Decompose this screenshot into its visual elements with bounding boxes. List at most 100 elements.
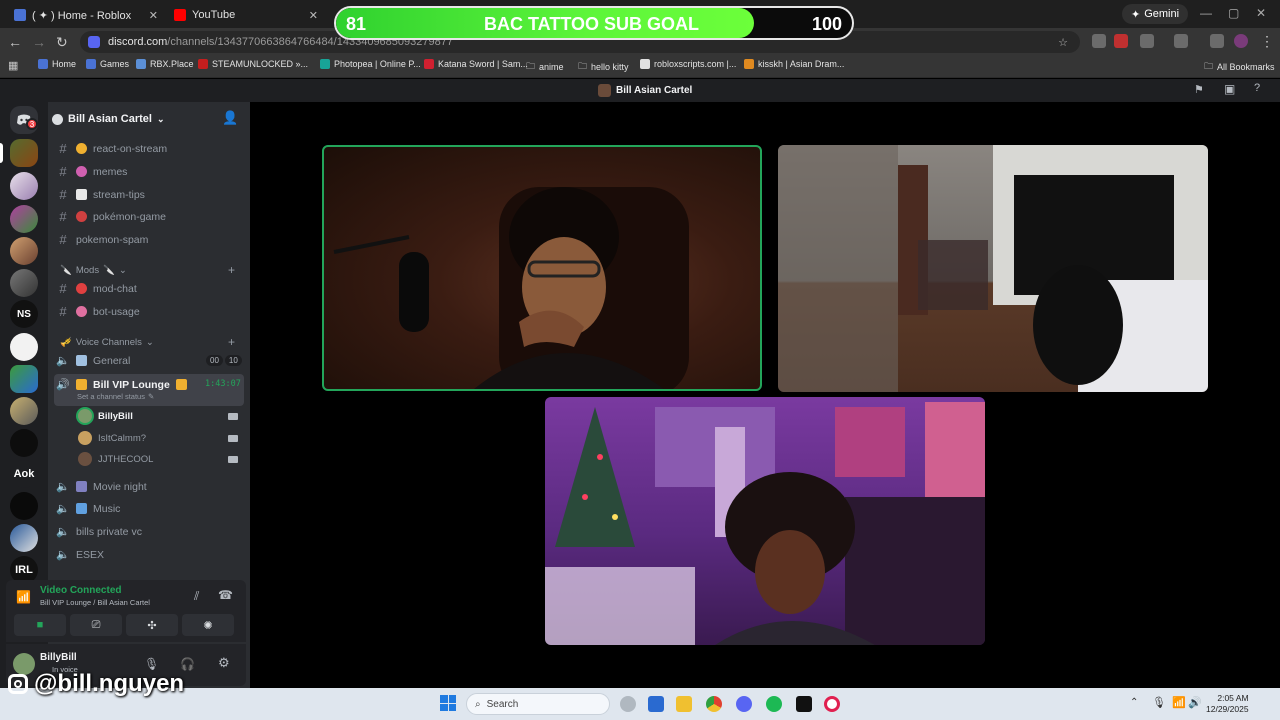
watermark-handle: @bill.nguyen — [34, 670, 185, 697]
apps-grid-icon[interactable]: ▦ — [8, 59, 18, 72]
video-tile-billybill[interactable] — [322, 145, 762, 391]
server-header[interactable]: Bill Asian Cartel ⌄ — [52, 108, 246, 130]
video-tile-jjthecool[interactable] — [545, 397, 985, 645]
bookmark-item[interactable]: RBX.Place — [136, 59, 194, 69]
inbox-icon[interactable]: ▣ — [1224, 82, 1235, 96]
discord-taskbar-icon[interactable] — [736, 696, 752, 712]
channel-bot-usage[interactable]: # bot-usage — [56, 302, 242, 321]
close-tab-icon[interactable]: ✕ — [149, 9, 158, 22]
help-icon[interactable]: ? — [1254, 82, 1260, 94]
settings-gear-icon[interactable]: ⚙ — [218, 655, 230, 671]
extension-icon[interactable] — [1092, 34, 1106, 48]
voice-user-billybill[interactable]: BillyBill — [78, 409, 133, 423]
server-icon[interactable] — [10, 397, 38, 425]
invite-people-icon[interactable]: 👤 — [222, 110, 238, 126]
minimize-icon[interactable]: — — [1200, 6, 1212, 20]
file-explorer-icon[interactable] — [676, 696, 692, 712]
headphones-icon[interactable]: 🎧 — [180, 657, 195, 671]
add-channel-icon[interactable]: + — [228, 263, 235, 277]
voice-channel-movie-night[interactable]: 🔈 Movie night — [56, 477, 242, 496]
voice-channel-esex[interactable]: 🔈 ESEX — [56, 545, 242, 564]
server-icon-aok[interactable]: Aok — [10, 460, 38, 488]
site-info-icon[interactable] — [88, 36, 100, 48]
screen-share-button[interactable]: ⎚ — [70, 614, 122, 636]
more-menu-icon[interactable]: ⋮ — [1260, 33, 1274, 50]
chevron-up-icon[interactable]: ⌃ — [1130, 697, 1138, 708]
gemini-button[interactable]: ✦ Gemini — [1122, 4, 1189, 24]
camera-toggle-button[interactable]: ■ — [14, 614, 66, 636]
channel-status[interactable]: Set a channel status ✎ — [77, 392, 154, 401]
channel-pokemon-game[interactable]: # pokémon-game — [56, 207, 242, 226]
microphone-icon[interactable]: 🎙 — [144, 657, 159, 671]
bookmark-folder[interactable]: 🗀 anime — [526, 59, 564, 75]
video-tile-isitcalmm[interactable] — [778, 145, 1208, 392]
taskbar-clock[interactable]: 2:05 AM 12/29/2025 — [1206, 693, 1249, 715]
bookmark-item[interactable]: kisskh | Asian Dram... — [744, 59, 844, 69]
server-icon[interactable] — [10, 524, 38, 552]
server-icon[interactable] — [10, 269, 38, 297]
server-icon-ns[interactable]: NS — [10, 300, 38, 328]
taskbar-search[interactable]: ⌕ Search — [466, 693, 610, 715]
tab-search-icon[interactable] — [1210, 34, 1224, 48]
server-icon-kick[interactable] — [10, 492, 38, 520]
all-bookmarks[interactable]: 🗀 All Bookmarks — [1204, 59, 1275, 75]
mouse-app-icon[interactable] — [620, 696, 636, 712]
bookmark-folder[interactable]: 🗀 hello kitty — [578, 59, 629, 75]
server-icon[interactable] — [10, 429, 38, 457]
voice-user-jjthecool[interactable]: JJTHECOOL — [78, 452, 153, 466]
server-icon[interactable] — [10, 172, 38, 200]
soundboard-button[interactable]: ✺ — [182, 614, 234, 636]
close-window-icon[interactable]: ✕ — [1256, 6, 1266, 20]
voice-channel-music[interactable]: 🔈 Music — [56, 499, 242, 518]
close-tab-icon[interactable]: ✕ — [309, 9, 318, 22]
bookmark-item[interactable]: Games — [86, 59, 129, 69]
category-mods[interactable]: 🔪 Mods 🔪 ⌄ — [60, 265, 127, 276]
volume-icon[interactable]: 🔊 — [1188, 696, 1202, 709]
channel-name: General — [93, 354, 131, 367]
spotify-icon[interactable] — [766, 696, 782, 712]
channel-memes[interactable]: # memes — [56, 162, 242, 181]
bookmark-item[interactable]: Photopea | Online P... — [320, 59, 421, 69]
bookmark-item[interactable]: Home — [38, 59, 76, 69]
server-icon-bill-asian-cartel[interactable] — [10, 139, 38, 167]
gemini-label: Gemini — [1144, 8, 1180, 20]
bookmark-item[interactable]: robloxscripts.com |... — [640, 59, 736, 69]
sidepanel-icon[interactable] — [1174, 34, 1188, 48]
server-icon[interactable] — [10, 205, 38, 233]
back-icon[interactable]: ← — [8, 34, 22, 50]
windows-start-icon[interactable] — [440, 695, 456, 711]
disconnect-icon[interactable]: ☎ — [218, 588, 233, 602]
server-icon[interactable] — [10, 365, 38, 393]
channel-pokemon-spam[interactable]: # pokemon-spam — [56, 230, 242, 249]
extension-icon[interactable] — [1114, 34, 1128, 48]
microphone-icon[interactable]: 🎙 — [1152, 696, 1166, 709]
bookmark-item[interactable]: Katana Sword | Sam... — [424, 59, 528, 69]
chrome-icon[interactable] — [706, 696, 722, 712]
add-channel-icon[interactable]: + — [228, 335, 235, 349]
reload-icon[interactable]: ↻ — [56, 34, 68, 51]
forward-icon[interactable]: → — [32, 34, 46, 50]
category-voice-channels[interactable]: 🎺 Voice Channels ⌄ — [60, 337, 154, 348]
server-icon[interactable] — [10, 237, 38, 265]
flag-icon[interactable]: ⚑ — [1194, 83, 1204, 96]
voice-user-isitcalmm[interactable]: IsItCalmm? — [78, 431, 146, 445]
tab-youtube[interactable]: YouTube ✕ — [166, 4, 324, 26]
extensions-puzzle-icon[interactable] — [1140, 34, 1154, 48]
channel-react-on-stream[interactable]: # react-on-stream — [56, 139, 242, 158]
wifi-icon[interactable]: 📶 — [1172, 696, 1186, 709]
profile-avatar[interactable] — [1234, 34, 1248, 48]
maximize-icon[interactable]: ▢ — [1228, 6, 1239, 20]
activities-button[interactable]: ✣ — [126, 614, 178, 636]
opera-icon[interactable] — [824, 696, 840, 712]
signal-icon[interactable]: 📶 — [16, 590, 31, 604]
app-icon[interactable] — [796, 696, 812, 712]
store-icon[interactable] — [648, 696, 664, 712]
bookmark-item[interactable]: STEAMUNLOCKED »... — [198, 59, 308, 69]
channel-stream-tips[interactable]: # stream-tips — [56, 185, 242, 204]
noise-suppression-icon[interactable]: ⫽ — [194, 589, 199, 604]
server-icon[interactable] — [10, 333, 38, 361]
bookmark-star-icon[interactable]: ☆ — [1058, 36, 1068, 49]
channel-mod-chat[interactable]: # mod-chat — [56, 279, 242, 298]
tab-roblox[interactable]: ( ✦ ) Home - Roblox ✕ — [6, 4, 164, 26]
voice-channel-bills-private-vc[interactable]: 🔈 bills private vc — [56, 522, 242, 541]
